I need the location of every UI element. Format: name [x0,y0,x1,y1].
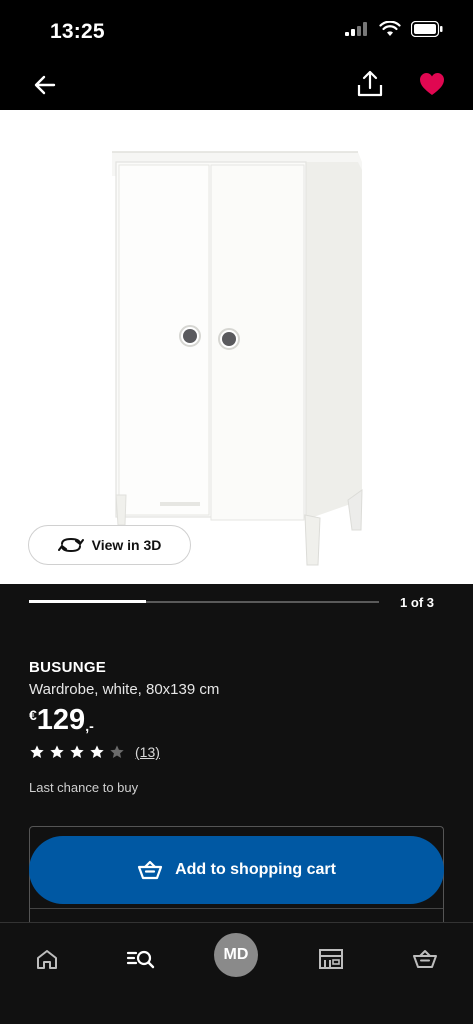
avatar[interactable]: MD [214,933,258,977]
price-currency: € [29,707,37,723]
rotate-3d-icon [57,537,84,553]
wardrobe-image [112,151,363,566]
star-filled-icon [50,745,64,758]
battery-icon [411,21,443,37]
heart-icon[interactable] [418,70,446,98]
status-time: 13:25 [50,20,105,43]
status-bar: 13:25 [0,0,473,62]
view-in-3d-button[interactable]: View in 3D [28,525,191,565]
bottom-tab-bar: MD [0,922,473,1024]
cellular-signal-icon [345,22,367,36]
star-filled-icon [70,745,84,758]
add-to-cart-button[interactable]: Add to shopping cart [29,836,444,904]
rating-stars [29,744,125,760]
search-icon [126,950,155,969]
star-empty-icon [110,745,124,758]
tab-store[interactable] [309,937,353,981]
price-suffix: ,- [85,718,94,734]
review-count-link[interactable]: (13) [135,744,160,760]
tab-search[interactable] [119,937,163,981]
arrow-left-icon[interactable] [30,70,60,100]
carousel-progress-fill [29,600,146,603]
store-icon [319,949,343,969]
carousel-progress-track [29,600,379,603]
carousel-page-counter: 1 of 3 [400,595,434,610]
product-image-area[interactable]: View in 3D [0,110,473,584]
tab-basket[interactable] [403,937,447,981]
share-icon[interactable] [355,68,385,100]
star-filled-icon [30,745,44,758]
top-nav [0,62,473,110]
image-carousel-indicator: 1 of 3 [0,584,473,624]
cart-divider [30,908,443,909]
price-amount: 129 [36,704,86,736]
wifi-icon [379,21,401,36]
star-filled-icon [90,745,104,758]
status-icons [345,21,443,37]
view-in-3d-label: View in 3D [91,537,162,553]
product-price: € 129 ,- [29,704,94,736]
home-icon [37,950,57,969]
tab-home[interactable] [25,937,69,981]
basket-icon [413,950,437,968]
product-name: BUSUNGE [29,659,107,676]
add-to-cart-label: Add to shopping cart [175,861,336,878]
product-description: Wardrobe, white, 80x139 cm [29,681,220,698]
rating-row[interactable]: (13) [29,744,160,760]
availability-text: Last chance to buy [29,780,139,795]
basket-icon [137,860,163,880]
